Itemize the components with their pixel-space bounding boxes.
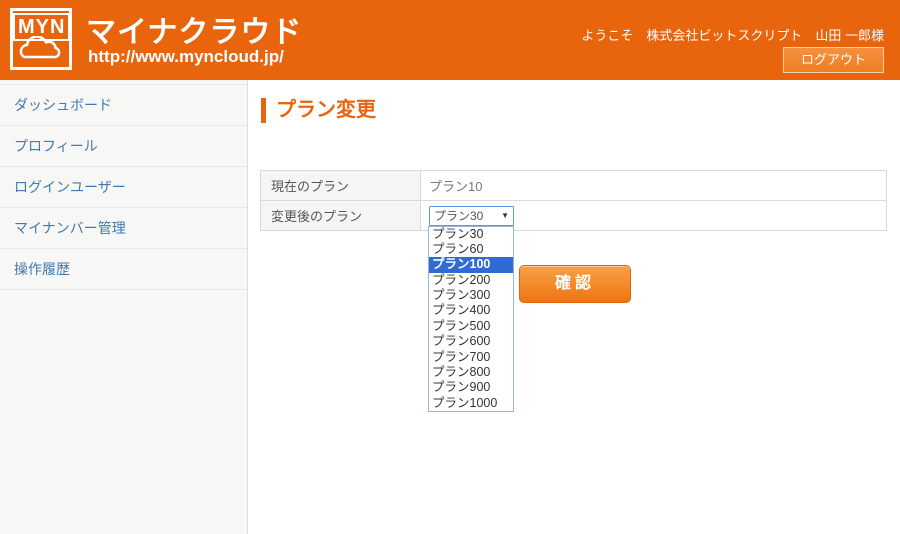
current-plan-value: プラン10: [421, 171, 887, 201]
plan-option-highlighted[interactable]: プラン100: [429, 257, 513, 272]
plan-option[interactable]: プラン900: [429, 380, 513, 395]
app-logo[interactable]: MYN: [10, 8, 72, 70]
app-header: MYN マイナクラウド http://www.myncloud.jp/ ようこそ…: [0, 0, 900, 80]
sidebar: ダッシュボード プロフィール ログインユーザー マイナンバー管理 操作履歴: [0, 80, 248, 534]
plan-option[interactable]: プラン800: [429, 365, 513, 380]
plan-option[interactable]: プラン1000: [429, 396, 513, 411]
sidebar-item-operation-history[interactable]: 操作履歴: [0, 249, 247, 290]
plan-select-value: プラン30: [434, 207, 483, 225]
table-row-new-plan: 変更後のプラン プラン30 ▼ プラン30 プラン60 プラン100 プラン20…: [261, 201, 887, 231]
plan-select-wrap: プラン30 ▼ プラン30 プラン60 プラン100 プラン200 プラン300…: [429, 206, 514, 226]
chevron-down-icon: ▼: [501, 207, 509, 225]
sidebar-nav: ダッシュボード プロフィール ログインユーザー マイナンバー管理 操作履歴: [0, 84, 247, 290]
sidebar-item-mynumber-management[interactable]: マイナンバー管理: [0, 208, 247, 249]
plan-option[interactable]: プラン60: [429, 242, 513, 257]
new-plan-label: 変更後のプラン: [261, 201, 421, 231]
new-plan-cell: プラン30 ▼ プラン30 プラン60 プラン100 プラン200 プラン300…: [421, 201, 887, 231]
plan-change-table: 現在のプラン プラン10 変更後のプラン プラン30 ▼ プラン30 プラン60: [260, 170, 887, 231]
current-plan-label: 現在のプラン: [261, 171, 421, 201]
plan-option[interactable]: プラン500: [429, 319, 513, 334]
plan-option[interactable]: プラン700: [429, 350, 513, 365]
site-title: マイナクラウド: [86, 7, 302, 51]
welcome-text: ようこそ 株式会社ビットスクリプト 山田 一郎様: [581, 25, 884, 44]
confirm-button[interactable]: 確認: [519, 265, 631, 303]
site-url: http://www.myncloud.jp/: [88, 47, 284, 67]
plan-select[interactable]: プラン30 ▼: [429, 206, 514, 226]
logout-button[interactable]: ログアウト: [783, 47, 884, 73]
cloud-icon: [17, 36, 61, 65]
plan-option[interactable]: プラン300: [429, 288, 513, 303]
plan-option[interactable]: プラン400: [429, 303, 513, 318]
sidebar-item-profile[interactable]: プロフィール: [0, 126, 247, 167]
page-title: プラン変更: [261, 98, 900, 123]
plan-option-list: プラン30 プラン60 プラン100 プラン200 プラン300 プラン400 …: [428, 226, 514, 413]
plan-option[interactable]: プラン200: [429, 273, 513, 288]
plan-option[interactable]: プラン600: [429, 334, 513, 349]
sidebar-item-login-users[interactable]: ログインユーザー: [0, 167, 247, 208]
sidebar-item-dashboard[interactable]: ダッシュボード: [0, 85, 247, 126]
table-row-current-plan: 現在のプラン プラン10: [261, 171, 887, 201]
main-content: プラン変更 現在のプラン プラン10 変更後のプラン プラン30 ▼ プラン30: [248, 80, 900, 534]
plan-option[interactable]: プラン30: [429, 227, 513, 242]
